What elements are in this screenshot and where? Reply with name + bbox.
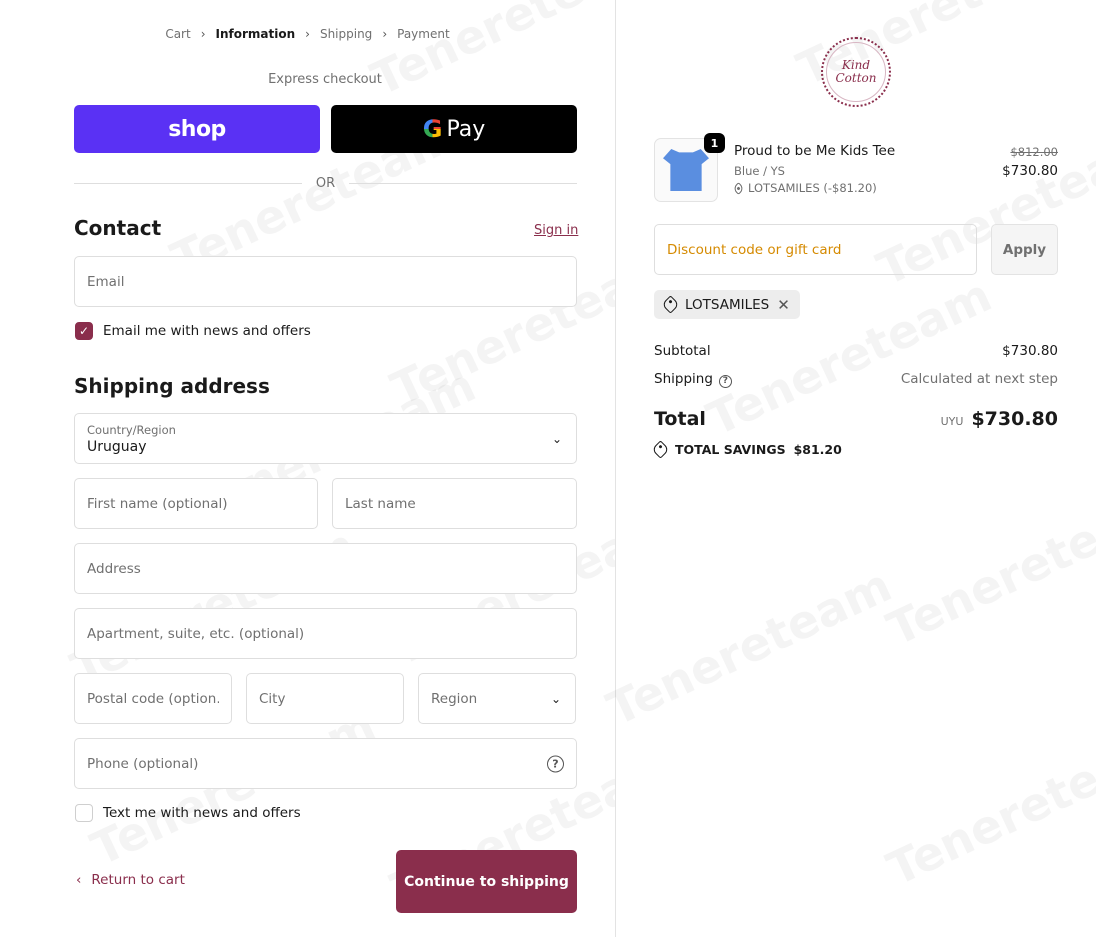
total-label: Total: [654, 408, 706, 430]
google-pay-button[interactable]: G Pay: [331, 105, 577, 153]
total-amount: $730.80: [971, 408, 1058, 430]
text-news-checkbox-row[interactable]: Text me with news and offers: [75, 804, 301, 822]
total-savings: TOTAL SAVINGS $81.20: [651, 440, 842, 459]
shop-pay-logo: shop: [168, 116, 226, 142]
logo-ring: Kind Cotton: [826, 42, 886, 102]
product-name: Proud to be Me Kids Tee: [734, 143, 896, 159]
subtotal-label: Subtotal: [654, 343, 711, 359]
watermark: Tenereteam: [879, 718, 1096, 896]
breadcrumb: Cart › Information › Shipping › Payment: [0, 27, 615, 41]
breadcrumb-information: Information: [215, 27, 296, 41]
original-price: $812.00: [1010, 145, 1058, 159]
contact-heading: Contact: [74, 216, 162, 240]
first-name-placeholder: First name (optional): [87, 495, 228, 512]
remove-discount-icon[interactable]: ✕: [777, 296, 790, 314]
divider-line: [349, 183, 578, 184]
postal-code-field[interactable]: Postal code (option...: [74, 673, 232, 724]
chevron-down-icon: ⌄: [551, 431, 562, 446]
or-label: OR: [315, 176, 336, 191]
subtotal-value: $730.80: [1002, 343, 1058, 359]
total-row: Total UYU $730.80: [654, 408, 1058, 430]
t-shirt-image: [663, 149, 709, 191]
phone-field[interactable]: Phone (optional) ?: [74, 738, 577, 789]
divider-line: [74, 183, 302, 184]
breadcrumb-cart[interactable]: Cart: [165, 27, 190, 41]
region-select[interactable]: Region ⌄: [418, 673, 576, 724]
checkout-page: Tenereteam Tenereteam Tenereteam Teneret…: [0, 0, 1096, 937]
shipping-label: Shipping: [654, 371, 713, 387]
product-discount: LOTSAMILES (-$81.20): [732, 181, 877, 195]
first-name-field[interactable]: First name (optional): [74, 478, 318, 529]
address-placeholder: Address: [87, 560, 141, 577]
region-placeholder: Region: [431, 690, 478, 707]
google-pay-label: Pay: [446, 116, 486, 142]
apartment-placeholder: Apartment, suite, etc. (optional): [87, 625, 305, 642]
chevron-right-icon: ›: [305, 27, 310, 41]
applied-discount-chip: LOTSAMILES ✕: [654, 290, 800, 319]
discount-code-input[interactable]: Discount code or gift card: [654, 224, 977, 275]
postal-code-placeholder: Postal code (option...: [87, 690, 219, 707]
quantity-badge: 1: [704, 133, 725, 153]
email-placeholder: Email: [87, 273, 125, 290]
return-to-cart-link[interactable]: ‹ Return to cart: [76, 872, 185, 888]
total-amount-wrap: UYU $730.80: [941, 408, 1058, 430]
subtotal-row: Subtotal $730.80: [654, 343, 1058, 359]
phone-placeholder: Phone (optional): [87, 755, 199, 772]
country-select[interactable]: Country/Region Uruguay ⌄: [74, 413, 577, 464]
city-placeholder: City: [259, 690, 286, 707]
chevron-right-icon: ›: [200, 27, 206, 41]
text-news-checkbox[interactable]: [75, 804, 93, 822]
help-icon[interactable]: ?: [547, 755, 564, 772]
text-news-label: Text me with news and offers: [103, 805, 301, 821]
google-g-icon: G: [422, 115, 443, 143]
savings-value: $81.20: [793, 442, 842, 457]
breadcrumb-payment: Payment: [397, 27, 450, 41]
checkout-form-panel: Tenereteam Tenereteam Tenereteam Teneret…: [0, 0, 684, 937]
watermark: Tenereteam: [879, 478, 1096, 656]
tag-icon: [661, 295, 680, 314]
return-to-cart-label: Return to cart: [91, 872, 185, 888]
email-news-label: Email me with news and offers: [103, 323, 311, 339]
email-news-checkbox-row[interactable]: ✓ Email me with news and offers: [75, 322, 311, 340]
applied-discount-code: LOTSAMILES: [685, 296, 770, 313]
continue-to-shipping-button[interactable]: Continue to shipping: [396, 850, 577, 913]
last-name-field[interactable]: Last name: [332, 478, 577, 529]
country-label: Country/Region: [87, 422, 176, 437]
shop-pay-button[interactable]: shop: [74, 105, 320, 153]
shipping-row: Shipping? Calculated at next step: [654, 371, 1058, 388]
email-news-checkbox[interactable]: ✓: [75, 322, 93, 340]
sign-in-link[interactable]: Sign in: [534, 223, 578, 238]
city-field[interactable]: City: [246, 673, 404, 724]
apartment-field[interactable]: Apartment, suite, etc. (optional): [74, 608, 577, 659]
shipping-value: Calculated at next step: [900, 371, 1058, 388]
tag-icon: [732, 181, 745, 195]
breadcrumb-shipping: Shipping: [319, 27, 373, 41]
product-price: $730.80: [1002, 163, 1058, 179]
product-variant: Blue / YS: [734, 164, 785, 178]
last-name-placeholder: Last name: [345, 495, 416, 512]
or-divider: OR: [74, 176, 578, 191]
shipping-address-heading: Shipping address: [74, 374, 270, 398]
express-checkout-title: Express checkout: [268, 72, 382, 87]
email-field[interactable]: Email: [74, 256, 577, 307]
discount-code-placeholder: Discount code or gift card: [667, 241, 842, 258]
currency-code: UYU: [940, 415, 964, 428]
help-icon[interactable]: ?: [718, 374, 732, 388]
address-field[interactable]: Address: [74, 543, 577, 594]
chevron-right-icon: ›: [382, 27, 388, 41]
product-discount-label: LOTSAMILES (-$81.20): [748, 181, 877, 195]
chevron-left-icon: ‹: [76, 872, 82, 888]
shipping-label-wrap: Shipping?: [654, 371, 732, 388]
savings-label: TOTAL SAVINGS: [675, 442, 786, 457]
watermark: Tenereteam: [599, 558, 900, 736]
apply-button[interactable]: Apply: [991, 224, 1058, 275]
logo-line-2: Cotton: [835, 71, 877, 85]
order-summary-panel: Tenereteam Tenereteam Tenereteam Teneret…: [599, 0, 1096, 937]
kind-cotton-logo: Kind Cotton: [821, 37, 891, 107]
chevron-down-icon: ⌄: [550, 691, 561, 706]
country-value: Uruguay: [87, 438, 147, 455]
tag-icon: [651, 440, 670, 459]
